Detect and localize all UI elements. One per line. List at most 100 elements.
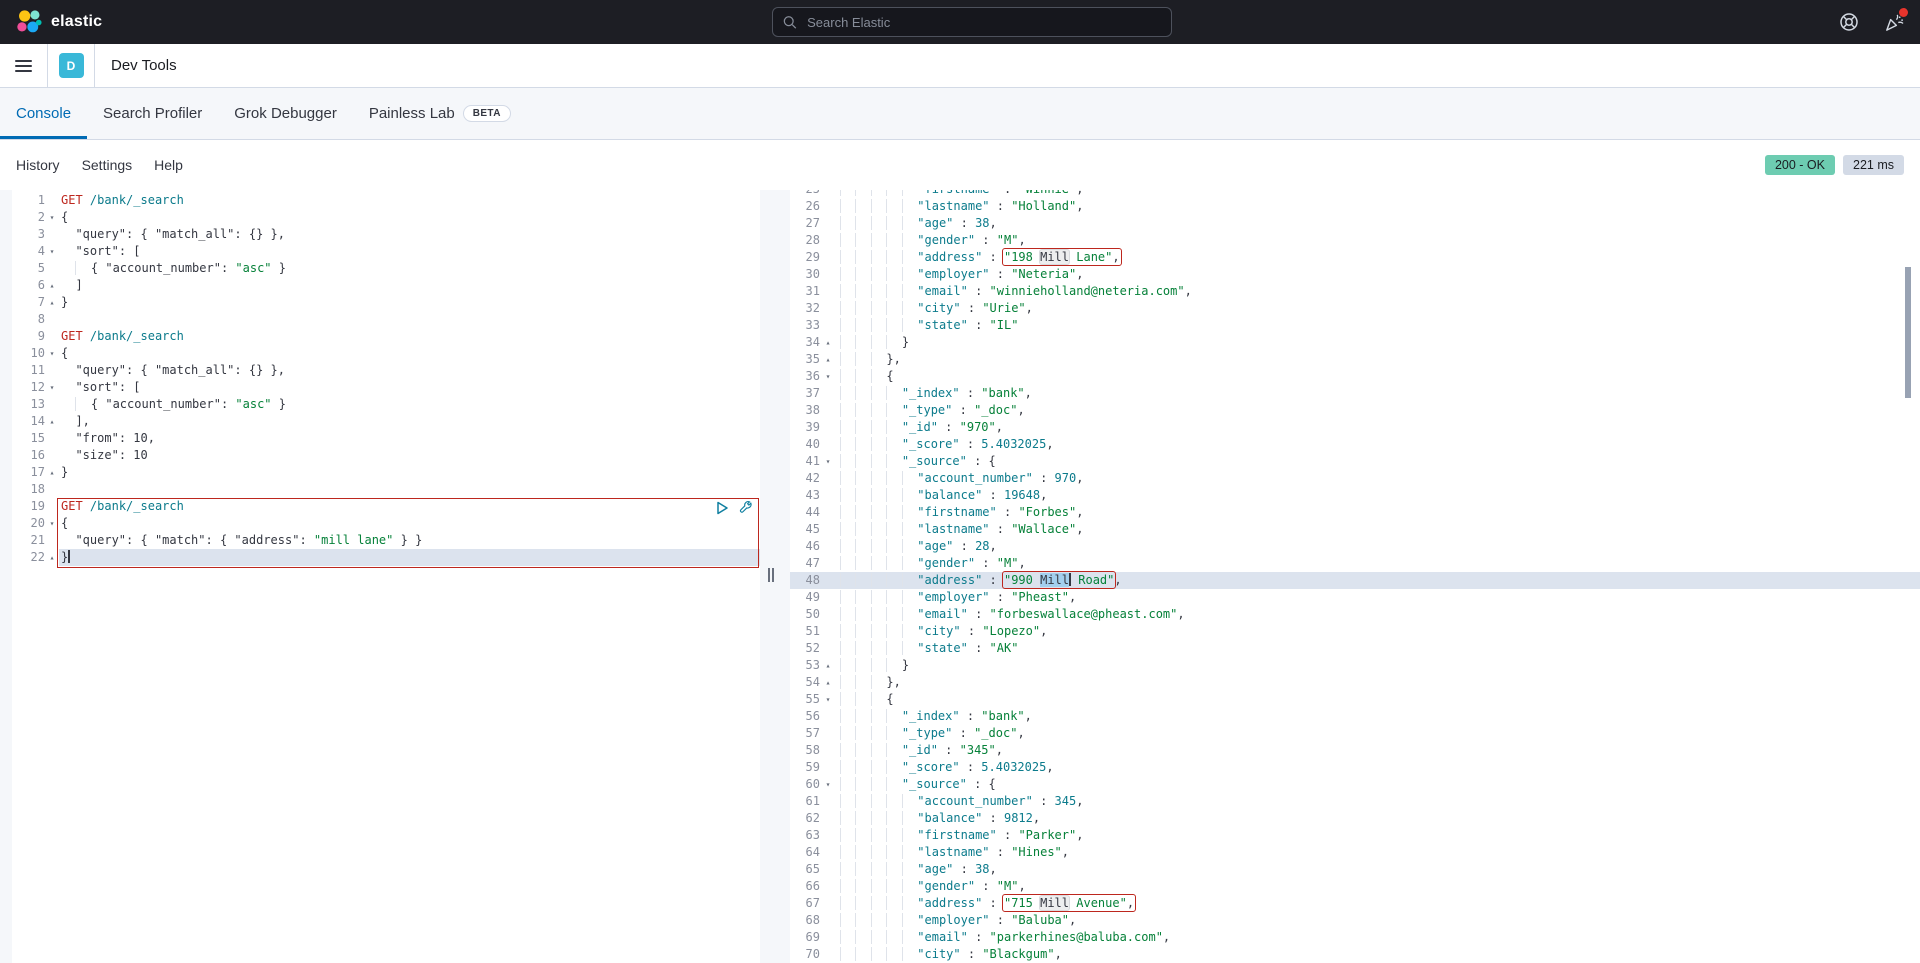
fold-toggle-icon[interactable]: ▴: [45, 294, 59, 311]
code-line-45[interactable]: 45 "lastname" : "Wallace",: [790, 521, 1920, 538]
tab-console[interactable]: Console: [0, 88, 87, 139]
response-scrollbar[interactable]: [1905, 267, 1911, 398]
code-line-66[interactable]: 66 "gender" : "M",: [790, 878, 1920, 895]
code-line-14[interactable]: 14▴ ],: [12, 413, 760, 430]
tab-grok-debugger[interactable]: Grok Debugger: [218, 88, 353, 139]
fold-toggle-icon[interactable]: ▾: [45, 209, 59, 226]
code-line-19[interactable]: 19GET /bank/_search: [12, 498, 760, 515]
send-request-button[interactable]: [715, 501, 729, 515]
code-line-39[interactable]: 39 "_id" : "970",: [790, 419, 1920, 436]
fold-toggle-icon[interactable]: ▴: [820, 334, 836, 351]
code-line-12[interactable]: 12▾ "sort": [: [12, 379, 760, 396]
code-line-18[interactable]: 18: [12, 481, 760, 498]
code-line-59[interactable]: 59 "_score" : 5.4032025,: [790, 759, 1920, 776]
fold-toggle-icon[interactable]: ▾: [820, 776, 836, 793]
code-line-63[interactable]: 63 "firstname" : "Parker",: [790, 827, 1920, 844]
code-line-48[interactable]: 48 "address" : "990 Mill Road",: [790, 572, 1920, 589]
code-line-61[interactable]: 61 "account_number" : 345,: [790, 793, 1920, 810]
code-line-60[interactable]: 60▾ "_source" : {: [790, 776, 1920, 793]
code-line-36[interactable]: 36▾ {: [790, 368, 1920, 385]
elastic-logo[interactable]: elastic: [16, 9, 102, 35]
fold-toggle-icon[interactable]: ▴: [820, 351, 836, 368]
request-editor[interactable]: 1GET /bank/_search2▾{3 "query": { "match…: [12, 190, 760, 963]
code-line-58[interactable]: 58 "_id" : "345",: [790, 742, 1920, 759]
fold-toggle-icon[interactable]: ▴: [820, 657, 836, 674]
code-line-68[interactable]: 68 "employer" : "Baluba",: [790, 912, 1920, 929]
fold-toggle-icon[interactable]: ▾: [820, 368, 836, 385]
code-line-28[interactable]: 28 "gender" : "M",: [790, 232, 1920, 249]
code-line-13[interactable]: 13 { "account_number": "asc" }: [12, 396, 760, 413]
code-line-17[interactable]: 17▴}: [12, 464, 760, 481]
code-line-5[interactable]: 5 { "account_number": "asc" }: [12, 260, 760, 277]
code-line-9[interactable]: 9GET /bank/_search: [12, 328, 760, 345]
toolbar-history[interactable]: History: [16, 157, 60, 173]
code-line-67[interactable]: 67 "address" : "715 Mill Avenue",: [790, 895, 1920, 912]
fold-toggle-icon[interactable]: ▴: [45, 277, 59, 294]
global-search[interactable]: [772, 7, 1172, 37]
code-line-46[interactable]: 46 "age" : 28,: [790, 538, 1920, 555]
fold-toggle-icon[interactable]: ▾: [45, 243, 59, 260]
code-line-53[interactable]: 53▴ }: [790, 657, 1920, 674]
code-line-8[interactable]: 8: [12, 311, 760, 328]
toolbar-help[interactable]: Help: [154, 157, 183, 173]
code-line-16[interactable]: 16 "size": 10: [12, 447, 760, 464]
code-line-25[interactable]: 25 "firstname" : "Winnie",: [790, 190, 1920, 198]
fold-toggle-icon[interactable]: ▴: [45, 413, 59, 430]
code-line-22[interactable]: 22▴}: [12, 549, 760, 566]
fold-toggle-icon[interactable]: ▾: [820, 691, 836, 708]
response-viewer[interactable]: 25 "firstname" : "Winnie",26 "lastname" …: [790, 190, 1920, 963]
code-line-20[interactable]: 20▾{: [12, 515, 760, 532]
code-line-65[interactable]: 65 "age" : 38,: [790, 861, 1920, 878]
code-line-35[interactable]: 35▴ },: [790, 351, 1920, 368]
search-input[interactable]: [805, 14, 1161, 31]
code-line-6[interactable]: 6▴ ]: [12, 277, 760, 294]
code-line-3[interactable]: 3 "query": { "match_all": {} },: [12, 226, 760, 243]
fold-toggle-icon[interactable]: ▴: [820, 674, 836, 691]
code-line-43[interactable]: 43 "balance" : 19648,: [790, 487, 1920, 504]
code-line-1[interactable]: 1GET /bank/_search: [12, 192, 760, 209]
code-line-62[interactable]: 62 "balance" : 9812,: [790, 810, 1920, 827]
fold-toggle-icon[interactable]: ▾: [45, 379, 59, 396]
code-line-26[interactable]: 26 "lastname" : "Holland",: [790, 198, 1920, 215]
code-line-56[interactable]: 56 "_index" : "bank",: [790, 708, 1920, 725]
code-line-37[interactable]: 37 "_index" : "bank",: [790, 385, 1920, 402]
resize-handle[interactable]: [768, 568, 778, 582]
newsfeed-icon[interactable]: [1882, 11, 1904, 33]
tab-painless-lab[interactable]: Painless Lab BETA: [353, 88, 527, 139]
code-line-30[interactable]: 30 "employer" : "Neteria",: [790, 266, 1920, 283]
code-line-70[interactable]: 70 "city" : "Blackgum",: [790, 946, 1920, 963]
fold-toggle-icon[interactable]: ▴: [45, 549, 59, 566]
code-line-54[interactable]: 54▴ },: [790, 674, 1920, 691]
panel-divider[interactable]: [760, 190, 790, 963]
fold-toggle-icon[interactable]: ▾: [45, 345, 59, 362]
fold-toggle-icon[interactable]: ▾: [45, 515, 59, 532]
code-line-2[interactable]: 2▾{: [12, 209, 760, 226]
code-line-33[interactable]: 33 "state" : "IL": [790, 317, 1920, 334]
code-line-41[interactable]: 41▾ "_source" : {: [790, 453, 1920, 470]
code-line-47[interactable]: 47 "gender" : "M",: [790, 555, 1920, 572]
code-line-42[interactable]: 42 "account_number" : 970,: [790, 470, 1920, 487]
code-line-27[interactable]: 27 "age" : 38,: [790, 215, 1920, 232]
code-line-55[interactable]: 55▾ {: [790, 691, 1920, 708]
code-line-44[interactable]: 44 "firstname" : "Forbes",: [790, 504, 1920, 521]
code-line-29[interactable]: 29 "address" : "198 Mill Lane",: [790, 249, 1920, 266]
code-line-15[interactable]: 15 "from": 10,: [12, 430, 760, 447]
code-line-31[interactable]: 31 "email" : "winnieholland@neteria.com"…: [790, 283, 1920, 300]
code-line-4[interactable]: 4▾ "sort": [: [12, 243, 760, 260]
code-line-57[interactable]: 57 "_type" : "_doc",: [790, 725, 1920, 742]
toolbar-settings[interactable]: Settings: [82, 157, 133, 173]
wrench-icon[interactable]: [739, 501, 753, 515]
code-line-69[interactable]: 69 "email" : "parkerhines@baluba.com",: [790, 929, 1920, 946]
code-line-38[interactable]: 38 "_type" : "_doc",: [790, 402, 1920, 419]
code-line-34[interactable]: 34▴ }: [790, 334, 1920, 351]
menu-hamburger-icon[interactable]: [0, 44, 48, 87]
code-line-50[interactable]: 50 "email" : "forbeswallace@pheast.com",: [790, 606, 1920, 623]
fold-toggle-icon[interactable]: ▴: [45, 464, 59, 481]
code-line-64[interactable]: 64 "lastname" : "Hines",: [790, 844, 1920, 861]
help-icon[interactable]: [1838, 11, 1860, 33]
code-line-32[interactable]: 32 "city" : "Urie",: [790, 300, 1920, 317]
tab-search-profiler[interactable]: Search Profiler: [87, 88, 218, 139]
code-line-10[interactable]: 10▾{: [12, 345, 760, 362]
code-line-7[interactable]: 7▴}: [12, 294, 760, 311]
code-line-51[interactable]: 51 "city" : "Lopezo",: [790, 623, 1920, 640]
